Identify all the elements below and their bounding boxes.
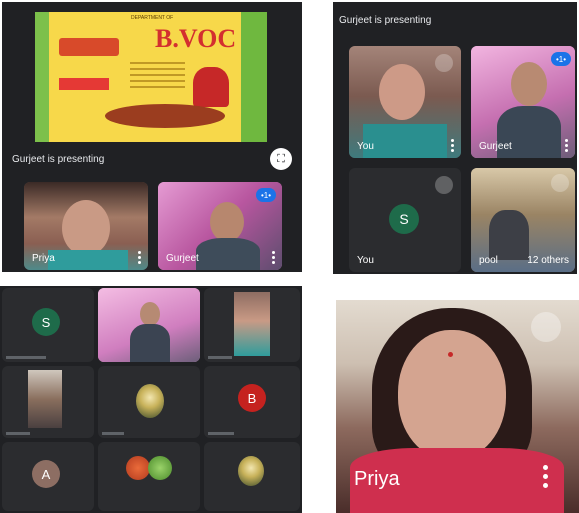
fullscreen-button[interactable]: ⛶ <box>270 148 292 170</box>
grid-tile[interactable]: S <box>2 288 94 362</box>
more-options-icon[interactable] <box>138 251 142 265</box>
face-shape <box>140 302 160 326</box>
avatar: S <box>32 308 60 336</box>
participant-tile-you-avatar[interactable]: S You <box>349 168 461 272</box>
participant-name: You <box>357 141 374 152</box>
audio-badge: •1• <box>256 188 276 202</box>
mic-off-icon <box>435 176 453 194</box>
tile-label-blur <box>208 356 232 359</box>
avatar-photo <box>148 456 172 480</box>
presenting-label: Gurjeet is presenting <box>12 154 105 165</box>
avatar: B <box>238 384 266 412</box>
participant-name: pool <box>479 255 498 266</box>
avatar: A <box>32 460 60 488</box>
participant-name: Priya <box>354 468 400 490</box>
poster-oval <box>105 104 225 128</box>
video-feed <box>234 292 270 356</box>
meeting-panel-grid: S B A <box>0 286 302 513</box>
more-options-icon[interactable] <box>543 465 549 491</box>
presenting-label: Gurjeet is presenting <box>339 15 432 26</box>
grid-tile[interactable] <box>2 366 94 438</box>
mic-off-icon <box>435 54 453 72</box>
bindi <box>448 352 453 357</box>
scarf <box>48 250 128 270</box>
participant-tile-others[interactable]: pool 12 others <box>471 168 575 272</box>
mic-off-icon <box>531 312 561 342</box>
grid-tile[interactable] <box>204 288 300 362</box>
more-options-icon[interactable] <box>451 139 455 153</box>
poster-green-left <box>35 12 49 142</box>
tile-label-blur <box>102 432 124 435</box>
poster-banner: B.VOC <box>155 24 237 53</box>
mic-off-icon <box>551 174 569 192</box>
others-count: 12 others <box>527 255 569 266</box>
participant-tile-you[interactable]: You <box>349 46 461 158</box>
grid-tile[interactable]: A <box>2 442 94 511</box>
person-shape <box>489 210 529 260</box>
meeting-panel-top-right: Gurjeet is presenting You •1• Gurjeet S … <box>333 2 577 274</box>
poster-red-block <box>59 38 119 56</box>
participant-tile-gurjeet[interactable]: •1• Gurjeet <box>158 182 282 270</box>
avatar-photo <box>136 384 164 418</box>
face-shape <box>511 62 547 106</box>
shared-screen[interactable]: DEPARTMENT OF B.VOC <box>35 12 267 142</box>
tile-label-blur <box>6 432 30 435</box>
more-options-icon[interactable] <box>565 139 569 153</box>
fullscreen-icon: ⛶ <box>277 152 285 165</box>
more-options-icon[interactable] <box>272 251 276 265</box>
participant-name: Gurjeet <box>479 141 512 152</box>
face-shape <box>62 200 110 256</box>
participant-tile-priya[interactable]: Priya <box>24 182 148 270</box>
scarf <box>363 124 447 158</box>
body-shape <box>196 238 260 270</box>
poster-green-right <box>241 12 267 142</box>
face-shape <box>379 64 425 120</box>
audio-badge: •1• <box>551 52 571 66</box>
tile-label-blur <box>208 432 234 435</box>
participant-tile-gurjeet[interactable]: •1• Gurjeet <box>471 46 575 158</box>
grid-tile[interactable] <box>98 366 200 438</box>
poster-text-lines <box>130 62 185 92</box>
grid-tile[interactable] <box>98 442 200 511</box>
face-shape <box>210 202 244 242</box>
tile-label-blur <box>6 356 46 359</box>
poster-figure <box>193 67 229 107</box>
grid-tile[interactable] <box>98 288 200 362</box>
poster-red-strip <box>59 78 109 90</box>
grid-tile[interactable]: B <box>204 366 300 438</box>
avatar: S <box>389 204 419 234</box>
participant-spotlight-priya[interactable]: Priya <box>336 300 579 513</box>
grid-tile[interactable] <box>204 442 300 511</box>
video-feed <box>28 370 62 428</box>
participant-name: Gurjeet <box>166 253 199 264</box>
meeting-panel-top-left: DEPARTMENT OF B.VOC Gurjeet is presentin… <box>2 2 302 272</box>
avatar-photo <box>126 456 150 480</box>
participant-name: You <box>357 255 374 266</box>
avatar-photo <box>238 456 264 486</box>
body-shape <box>130 324 170 362</box>
poster-header-small: DEPARTMENT OF <box>131 15 174 21</box>
participant-name: Priya <box>32 253 55 264</box>
face-shape <box>398 330 506 460</box>
